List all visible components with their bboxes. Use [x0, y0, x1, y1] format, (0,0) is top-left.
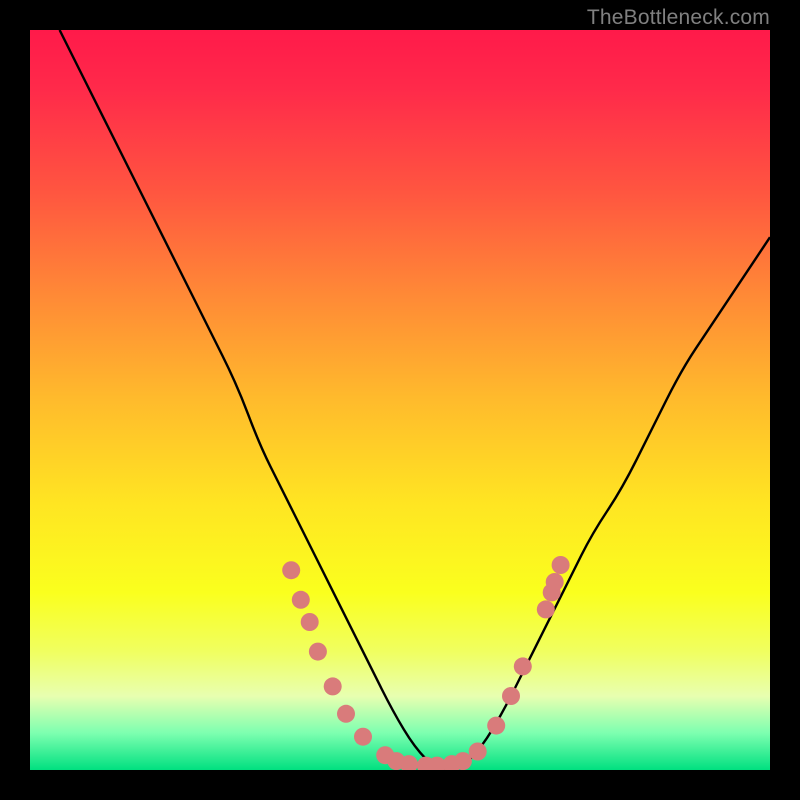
watermark-text: TheBottleneck.com: [587, 6, 770, 30]
data-marker: [337, 705, 355, 723]
data-marker: [552, 556, 570, 574]
data-marker: [292, 591, 310, 609]
data-marker: [282, 561, 300, 579]
data-marker: [309, 643, 327, 661]
plot-area: [30, 30, 770, 770]
data-marker: [502, 687, 520, 705]
data-marker: [537, 600, 555, 618]
data-marker: [301, 613, 319, 631]
data-marker: [454, 752, 472, 770]
data-marker: [324, 677, 342, 695]
data-marker: [354, 728, 372, 746]
bottleneck-curve: [30, 30, 770, 770]
data-marker: [514, 657, 532, 675]
chart-container: TheBottleneck.com: [0, 0, 800, 800]
data-marker: [546, 573, 564, 591]
data-marker: [469, 743, 487, 761]
data-marker: [487, 717, 505, 735]
